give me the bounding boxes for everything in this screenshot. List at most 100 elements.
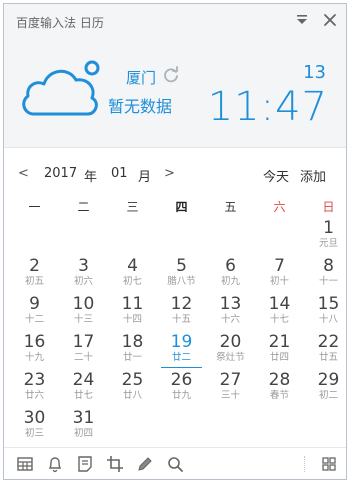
day-number: 19 — [170, 332, 193, 352]
lunar-date: 十三 — [73, 314, 93, 325]
lunar-date: 初九 — [220, 276, 240, 287]
search-icon[interactable] — [166, 455, 184, 473]
day-cell[interactable]: 17 二十 — [59, 332, 108, 370]
day-cell[interactable]: 21 廿四 — [255, 332, 304, 370]
day-number: 21 — [268, 332, 291, 352]
day-cell[interactable]: 14 十七 — [255, 294, 304, 332]
bottom-toolbar — [4, 447, 346, 479]
day-number: 1 — [323, 218, 334, 238]
day-number: 5 — [176, 256, 187, 276]
day-cell[interactable]: 6 初九 — [206, 256, 255, 294]
day-cell[interactable]: 24 廿七 — [59, 370, 108, 408]
lunar-date: 十二 — [24, 314, 44, 325]
day-cell[interactable]: 22 廿五 — [304, 332, 346, 370]
day-number: 23 — [23, 370, 46, 390]
day-cell[interactable]: 7 初十 — [255, 256, 304, 294]
day-cell[interactable]: 28 春节 — [255, 370, 304, 408]
day-cell[interactable]: 2 初五 — [10, 256, 59, 294]
weekday-wed: 三 — [126, 200, 139, 214]
calendar-window: 百度输入法 日历 厦门 暂无数据 13 11:47 < 2017 年 01 月 … — [3, 3, 347, 480]
day-cell[interactable]: 12 十五 — [157, 294, 206, 332]
day-cell[interactable]: 9 十二 — [10, 294, 59, 332]
refresh-icon[interactable] — [162, 66, 180, 84]
lunar-date: 三十 — [220, 390, 240, 401]
next-month-button[interactable]: > — [164, 166, 175, 181]
prev-month-button[interactable]: < — [18, 166, 29, 181]
year-unit-label: 年 — [84, 170, 98, 185]
day-number: 15 — [317, 294, 340, 314]
day-number: 25 — [121, 370, 144, 390]
day-cell[interactable]: 10 十三 — [59, 294, 108, 332]
lunar-date: 十一 — [318, 276, 338, 287]
menu-dropdown-icon[interactable] — [292, 10, 312, 30]
day-number: 30 — [23, 408, 46, 428]
day-number: 11 — [121, 294, 144, 314]
day-cell[interactable]: 18 廿一 — [108, 332, 157, 370]
lunar-date: 廿二 — [171, 352, 191, 363]
day-number: 3 — [78, 256, 89, 276]
year-selector[interactable]: 2017 — [44, 166, 77, 181]
day-number: 8 — [323, 256, 334, 276]
lunar-date: 廿九 — [171, 390, 191, 401]
weekday-tue: 二 — [77, 200, 90, 214]
day-number: 13 — [219, 294, 242, 314]
day-cell[interactable]: 13 十六 — [206, 294, 255, 332]
lunar-date: 腊八节 — [167, 276, 196, 287]
calendar-grid-icon[interactable] — [16, 455, 34, 473]
day-cell[interactable]: 27 三十 — [206, 370, 255, 408]
day-number: 16 — [23, 332, 46, 352]
month-navigation: < 2017 年 01 月 > 今天 添加 — [4, 164, 346, 188]
day-number: 4 — [127, 256, 138, 276]
close-icon[interactable] — [320, 10, 340, 30]
lunar-date: 十八 — [318, 314, 338, 325]
day-cell[interactable]: 30 初三 — [10, 408, 59, 446]
lunar-date: 十七 — [269, 314, 289, 325]
day-cell[interactable]: 5 腊八节 — [157, 256, 206, 294]
weekday-fri: 五 — [224, 200, 237, 214]
day-cell[interactable]: 23 廿六 — [10, 370, 59, 408]
lunar-date: 廿五 — [318, 352, 338, 363]
lunar-date: 初四 — [73, 428, 93, 439]
day-cell[interactable]: 15 十八 — [304, 294, 346, 332]
window-title: 百度输入法 日历 — [16, 16, 104, 30]
day-number: 10 — [72, 294, 95, 314]
day-cell[interactable]: 1 元旦 — [304, 218, 346, 256]
today-button[interactable]: 今天 — [263, 166, 289, 185]
lunar-date: 十五 — [171, 314, 191, 325]
day-number: 9 — [29, 294, 40, 314]
lunar-date: 初七 — [122, 276, 142, 287]
day-number: 22 — [317, 332, 340, 352]
day-cell[interactable]: 31 初四 — [59, 408, 108, 446]
apps-icon[interactable] — [320, 455, 338, 473]
weekday-thu: 四 — [175, 200, 188, 214]
day-cell[interactable]: 26 廿九 — [157, 370, 206, 408]
day-cell[interactable]: 20 祭灶节 — [206, 332, 255, 370]
selected-underline — [161, 367, 202, 368]
crop-icon[interactable] — [106, 455, 124, 473]
lunar-date: 廿六 — [24, 390, 44, 401]
weekday-header: 一 二 三 四 五 六 日 — [4, 198, 346, 218]
day-cell[interactable]: 29 初二 — [304, 370, 346, 408]
day-cell[interactable]: 16 十九 — [10, 332, 59, 370]
day-cell[interactable]: 4 初七 — [108, 256, 157, 294]
add-event-button[interactable]: 添加 — [300, 166, 326, 185]
month-unit-label: 月 — [138, 170, 152, 185]
day-cell[interactable]: 3 初六 — [59, 256, 108, 294]
day-cell[interactable]: 19 廿二 — [157, 332, 206, 370]
weather-city[interactable]: 厦门 — [126, 67, 156, 88]
month-selector[interactable]: 01 — [111, 166, 128, 181]
lunar-date: 元旦 — [318, 238, 338, 249]
day-number: 20 — [219, 332, 242, 352]
cloud-icon — [22, 58, 102, 122]
lunar-date: 祭灶节 — [216, 352, 245, 363]
lunar-date: 十六 — [220, 314, 240, 325]
day-cell[interactable]: 11 十四 — [108, 294, 157, 332]
bell-icon[interactable] — [46, 455, 64, 473]
day-cell[interactable]: 25 廿八 — [108, 370, 157, 408]
header-panel: 百度输入法 日历 厦门 暂无数据 13 11:47 — [4, 4, 346, 148]
lunar-date: 初五 — [24, 276, 44, 287]
day-cell[interactable]: 8 十一 — [304, 256, 346, 294]
note-icon[interactable] — [76, 455, 94, 473]
pen-icon[interactable] — [136, 455, 154, 473]
day-number: 6 — [225, 256, 236, 276]
